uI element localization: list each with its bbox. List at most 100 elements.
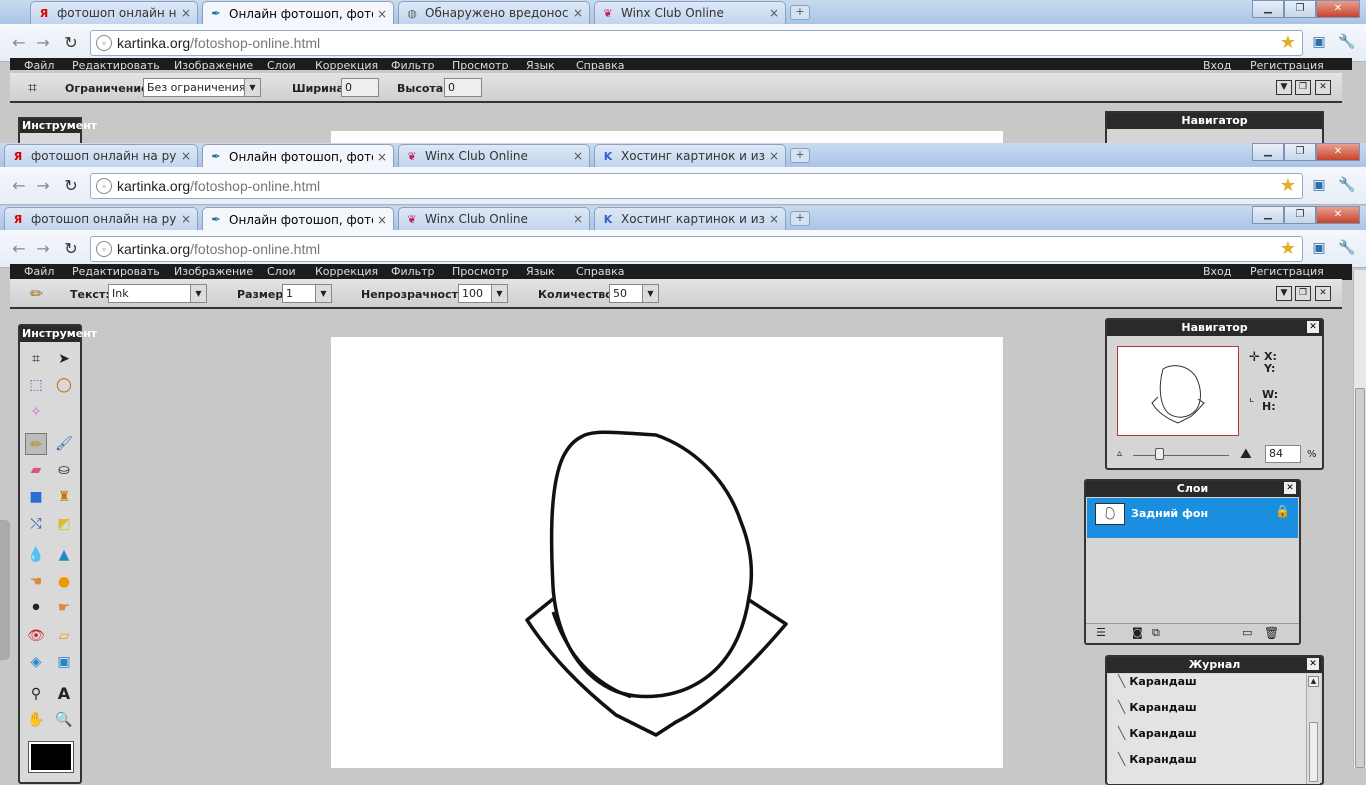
reload-icon[interactable]: ↻ [60, 32, 82, 54]
bookmark-star-icon[interactable]: ★ [1280, 175, 1296, 196]
register-link[interactable]: Регистрация [1250, 59, 1324, 70]
wrench-icon[interactable]: 🔧 [1338, 239, 1356, 257]
layer-row[interactable]: Задний фон 🔒 [1087, 498, 1298, 538]
close-icon[interactable]: ✕ [1307, 658, 1319, 670]
side-handle[interactable] [0, 520, 10, 660]
collapse-button[interactable]: ▼ [1276, 286, 1292, 301]
register-link[interactable]: Регистрация [1250, 265, 1324, 278]
menu-help[interactable]: Справка [576, 59, 624, 70]
tab-1-1[interactable]: Я фотошоп онлайн на русс × [30, 1, 198, 24]
login-link[interactable]: Вход [1203, 265, 1231, 278]
close-button[interactable]: ✕ [1315, 286, 1331, 301]
eraser-tool-icon[interactable]: ▰ [25, 459, 47, 481]
close-icon[interactable]: × [573, 212, 583, 226]
login-link[interactable]: Вход [1203, 59, 1231, 70]
tab-1-4[interactable]: ❦ Winx Club Online × [594, 1, 786, 24]
stamp-tool-icon[interactable]: ♜ [53, 486, 75, 508]
menu-adjust[interactable]: Коррекция [315, 59, 378, 70]
close-icon[interactable]: × [573, 6, 583, 20]
tab-3-3[interactable]: ❦ Winx Club Online × [398, 207, 590, 230]
sponge-tool-icon[interactable]: ● [53, 571, 75, 593]
extension-icon[interactable]: ▣ [1310, 176, 1328, 194]
layer-settings-icon[interactable]: ☰ [1096, 626, 1106, 639]
navigator-preview[interactable] [1117, 346, 1239, 436]
url-field[interactable]: ▫ kartinka.org/fotoshop-online.html [90, 30, 1303, 56]
maximize-button[interactable]: ❐ [1284, 206, 1316, 224]
layer-mask-icon[interactable]: ◙ [1132, 626, 1143, 639]
tab-1-2[interactable]: ✒ Онлайн фотошоп, фотош × [202, 1, 394, 25]
history-item[interactable]: ╲ Карандаш [1118, 700, 1197, 714]
menu-layers[interactable]: Слои [267, 59, 296, 70]
close-icon[interactable]: ✕ [1284, 482, 1296, 494]
tab-3-2[interactable]: ✒ Онлайн фотошоп, фотош × [202, 207, 394, 231]
minimize-button[interactable]: ▁ [1252, 0, 1284, 18]
close-icon[interactable]: × [769, 149, 779, 163]
history-item[interactable]: ╲ Карандаш [1118, 726, 1197, 740]
close-window-button[interactable]: ✕ [1316, 0, 1360, 18]
close-icon[interactable]: ✕ [1307, 321, 1319, 333]
crop-tool-icon[interactable]: ⌗ [25, 348, 47, 370]
extension-icon[interactable]: ▣ [1310, 239, 1328, 257]
minimize-button[interactable]: ▁ [1252, 143, 1284, 161]
zoom-slider-thumb[interactable] [1155, 448, 1164, 460]
zoom-tool-icon[interactable]: 🔍 [53, 709, 75, 731]
count-select[interactable]: 50 ▼ [609, 284, 659, 303]
opacity-select[interactable]: 100 ▼ [458, 284, 508, 303]
bucket-tool-icon[interactable]: ⛀ [53, 459, 75, 481]
zoom-input[interactable]: 84 [1265, 445, 1301, 463]
menu-image[interactable]: Изображение [174, 59, 253, 70]
close-icon[interactable]: × [573, 149, 583, 163]
zoom-slider-track[interactable] [1133, 455, 1229, 456]
close-icon[interactable]: × [181, 212, 191, 226]
hand-tool-icon[interactable]: ✋ [25, 709, 47, 731]
menu-edit[interactable]: Редактировать [72, 265, 160, 278]
layer-style-icon[interactable]: ⧉ [1152, 626, 1160, 640]
collapse-button[interactable]: ▼ [1276, 80, 1292, 95]
history-item[interactable]: ╲ Карандаш [1118, 752, 1197, 766]
shape-tool-icon[interactable]: ◩ [53, 513, 75, 535]
new-tab-button[interactable]: + [790, 211, 810, 226]
zoom-in-icon[interactable]: ⛰ [1240, 446, 1252, 462]
forward-icon[interactable]: → [32, 238, 54, 260]
smudge-tool-icon[interactable]: ☚ [25, 571, 47, 593]
tab-2-2[interactable]: ✒ Онлайн фотошоп, фотош × [202, 144, 394, 168]
history-item[interactable]: ╲ Карандаш [1118, 674, 1197, 688]
close-window-button[interactable]: ✕ [1316, 143, 1360, 161]
lock-icon[interactable]: 🔒 [1275, 504, 1290, 518]
menu-image[interactable]: Изображение [174, 265, 253, 278]
minimize-button[interactable]: ▁ [1252, 206, 1284, 224]
close-button[interactable]: ✕ [1315, 80, 1331, 95]
lasso-tool-icon[interactable]: ◯ [53, 374, 75, 396]
dodge-tool-icon[interactable]: ☛ [53, 597, 75, 619]
magic-wand-icon[interactable]: ✧ [25, 401, 47, 423]
menu-language[interactable]: Язык [526, 59, 555, 70]
restore-button[interactable]: ❐ [1295, 80, 1311, 95]
menu-layers[interactable]: Слои [267, 265, 296, 278]
maximize-button[interactable]: ❐ [1284, 0, 1316, 18]
extension-icon[interactable]: ▣ [1310, 33, 1328, 51]
height-input[interactable]: 0 [444, 78, 482, 97]
color-replace-icon[interactable]: ⤭ [25, 513, 47, 535]
menu-filter[interactable]: Фильтр [391, 59, 435, 70]
url-field[interactable]: ▫ kartinka.org/fotoshop-online.html [90, 236, 1303, 262]
close-icon[interactable]: × [769, 6, 779, 20]
menu-help[interactable]: Справка [576, 265, 624, 278]
menu-file[interactable]: Файл [24, 265, 54, 278]
maximize-button[interactable]: ❐ [1284, 143, 1316, 161]
close-icon[interactable]: × [377, 7, 387, 21]
back-icon[interactable]: ← [8, 175, 30, 197]
reload-icon[interactable]: ↻ [60, 238, 82, 260]
new-layer-icon[interactable]: ▭ [1242, 626, 1252, 639]
bookmark-star-icon[interactable]: ★ [1280, 238, 1296, 259]
eyedropper-tool-icon[interactable]: ⚲ [25, 683, 47, 705]
close-icon[interactable]: × [377, 150, 387, 164]
url-field[interactable]: ▫ kartinka.org/fotoshop-online.html [90, 173, 1303, 199]
tab-2-3[interactable]: ❦ Winx Club Online × [398, 144, 590, 167]
spot-heal-tool-icon[interactable]: ▱ [53, 625, 75, 647]
tab-2-1[interactable]: Я фотошоп онлайн на русс × [4, 144, 198, 167]
back-icon[interactable]: ← [8, 32, 30, 54]
close-icon[interactable]: × [181, 6, 191, 20]
close-icon[interactable]: × [181, 149, 191, 163]
tab-1-3[interactable]: ◍ Обнаружено вредоносное × [398, 1, 590, 24]
zoom-out-icon[interactable]: ▵ [1117, 448, 1122, 459]
